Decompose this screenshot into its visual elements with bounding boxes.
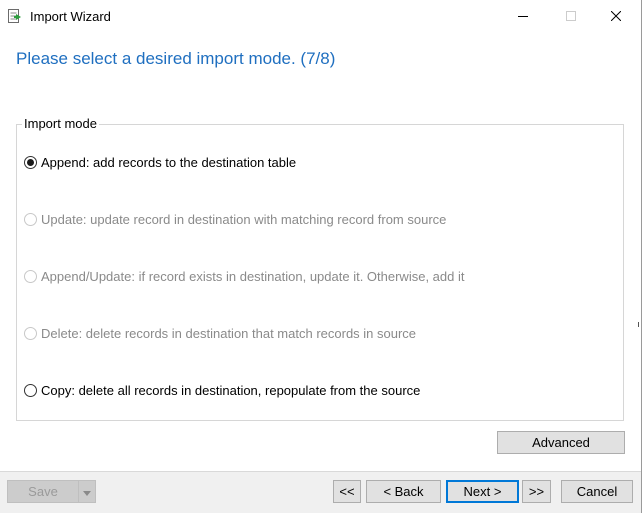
delete-radio[interactable] — [24, 326, 37, 340]
title-bar[interactable]: Import Wizard — [0, 0, 641, 32]
first-step-button[interactable]: << — [333, 480, 361, 503]
import-mode-legend: Import mode — [22, 116, 99, 131]
import-wizard-window: Import Wizard Please select a desired im… — [0, 0, 642, 513]
update-radio[interactable] — [24, 212, 37, 226]
maximize-icon — [566, 9, 576, 24]
close-icon — [610, 9, 622, 24]
save-dropdown-button[interactable] — [78, 480, 96, 503]
append-radio[interactable] — [24, 155, 37, 169]
delete-label: Delete: delete records in destination th… — [41, 325, 417, 341]
update-label: Update: update record in destination wit… — [41, 211, 447, 227]
import-wizard-icon — [7, 8, 23, 24]
minimize-button[interactable] — [500, 0, 546, 32]
update-option[interactable]: Update: update record in destination wit… — [24, 210, 446, 228]
copy-radio[interactable] — [24, 383, 37, 397]
append-update-label: Append/Update: if record exists in desti… — [41, 268, 465, 284]
close-button[interactable] — [593, 0, 639, 32]
cancel-button[interactable]: Cancel — [561, 480, 633, 503]
save-button[interactable]: Save — [7, 480, 78, 503]
append-update-option[interactable]: Append/Update: if record exists in desti… — [24, 267, 464, 285]
page-title: Please select a desired import mode. (7/… — [16, 49, 336, 68]
advanced-button[interactable]: Advanced — [497, 431, 625, 454]
window-title: Import Wizard — [30, 9, 111, 24]
last-step-button[interactable]: >> — [522, 480, 551, 503]
append-update-radio[interactable] — [24, 269, 37, 283]
next-button[interactable]: Next > — [446, 480, 519, 503]
chevron-down-icon — [83, 484, 91, 499]
append-option[interactable]: Append: add records to the destination t… — [24, 153, 296, 171]
copy-option[interactable]: Copy: delete all records in destination,… — [24, 381, 420, 399]
back-button[interactable]: < Back — [366, 480, 441, 503]
copy-label: Copy: delete all records in destination,… — [41, 382, 421, 398]
delete-option[interactable]: Delete: delete records in destination th… — [24, 324, 416, 342]
append-label: Append: add records to the destination t… — [41, 154, 297, 170]
minimize-icon — [518, 9, 528, 24]
resize-tick — [638, 322, 642, 327]
maximize-button[interactable] — [548, 0, 594, 32]
